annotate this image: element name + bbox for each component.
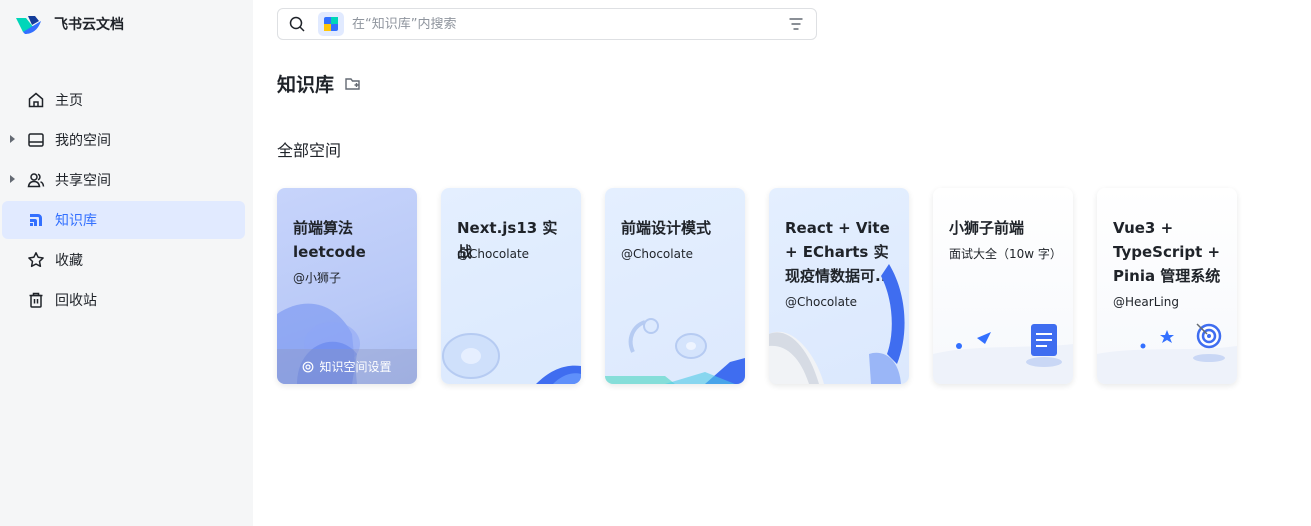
sidebar-item-label: 回收站 — [55, 293, 97, 309]
sidebar-item-label: 共享空间 — [55, 173, 111, 189]
trash-icon — [26, 290, 46, 310]
star-icon — [26, 250, 46, 270]
card-cover-art — [1097, 323, 1237, 384]
app-name: 飞书云文档 — [54, 17, 124, 33]
folder-icon — [26, 130, 46, 150]
space-card[interactable]: 前端设计模式 @Chocolate — [605, 188, 745, 384]
sidebar-item-my-space[interactable]: 我的空间 — [0, 120, 253, 160]
page-header: 知识库 — [277, 70, 362, 97]
space-card[interactable]: 小狮子前端 面试大全（10w 字） — [933, 188, 1073, 384]
add-space-icon[interactable] — [344, 75, 362, 93]
settings-gear-icon — [303, 361, 314, 372]
sidebar-item-home[interactable]: 主页 — [0, 80, 253, 120]
sidebar-item-wiki[interactable]: 知识库 — [0, 200, 253, 240]
sidebar: 飞书云文档 主页 我的空间 共享空间 知识库 收藏 回收站 — [0, 0, 253, 526]
feishu-logo-icon — [16, 16, 41, 34]
search-bar[interactable] — [277, 8, 817, 40]
page-title: 知识库 — [277, 74, 335, 96]
sidebar-item-label: 知识库 — [55, 213, 97, 229]
card-cover-art — [442, 333, 581, 384]
home-icon — [26, 90, 46, 110]
card-subtitle: @Chocolate — [621, 247, 694, 261]
card-cover-art — [933, 324, 1073, 384]
card-subtitle: @Chocolate — [457, 247, 530, 261]
card-title: 小狮子前端 — [949, 219, 1025, 237]
sidebar-item-label: 收藏 — [55, 253, 83, 269]
wiki-scope-icon[interactable] — [318, 12, 344, 36]
brand[interactable]: 飞书云文档 — [14, 11, 124, 37]
users-icon — [26, 170, 46, 190]
space-card[interactable]: React + Vite + ECharts 实现疫情数据可... @Choco… — [769, 188, 909, 384]
sidebar-item-shared-space[interactable]: 共享空间 — [0, 160, 253, 200]
expand-caret-icon[interactable] — [10, 135, 15, 143]
app: 飞书云文档 主页 我的空间 共享空间 知识库 收藏 回收站 在“知识库”内搜索 … — [0, 0, 1311, 526]
space-card[interactable]: Vue3 + TypeScript + Pinia 管理系统 @HearLing — [1097, 188, 1237, 384]
card-title: 前端设计模式 — [621, 219, 712, 237]
space-settings-label: 知识空间设置 — [319, 360, 392, 374]
search-icon — [289, 16, 305, 32]
card-cover-art — [605, 318, 745, 384]
space-card[interactable]: Next.js13 实战 @Chocolate — [441, 188, 581, 384]
card-subtitle: @HearLing — [1113, 295, 1179, 309]
section-title: 全部空间 — [277, 141, 342, 160]
card-title: 前端算法 leetcode — [293, 219, 366, 261]
space-card[interactable]: 前端算法 leetcode @小狮子 知识空间设置 — [277, 188, 417, 384]
space-settings-button[interactable]: 知识空间设置 — [277, 349, 417, 384]
card-cover-art — [769, 264, 905, 384]
sidebar-item-favorites[interactable]: 收藏 — [0, 240, 253, 280]
filter-icon[interactable] — [788, 16, 804, 32]
card-title: Vue3 + TypeScript + Pinia 管理系统 — [1113, 219, 1221, 285]
wiki-icon — [26, 210, 46, 230]
sidebar-item-label: 主页 — [55, 93, 83, 109]
sidebar-nav: 主页 我的空间 共享空间 知识库 收藏 回收站 — [0, 80, 253, 320]
sidebar-item-label: 我的空间 — [55, 133, 111, 149]
sidebar-item-trash[interactable]: 回收站 — [0, 280, 253, 320]
card-subtitle: 面试大全（10w 字） — [949, 247, 1062, 261]
expand-caret-icon[interactable] — [10, 175, 15, 183]
search-input[interactable] — [352, 16, 752, 32]
